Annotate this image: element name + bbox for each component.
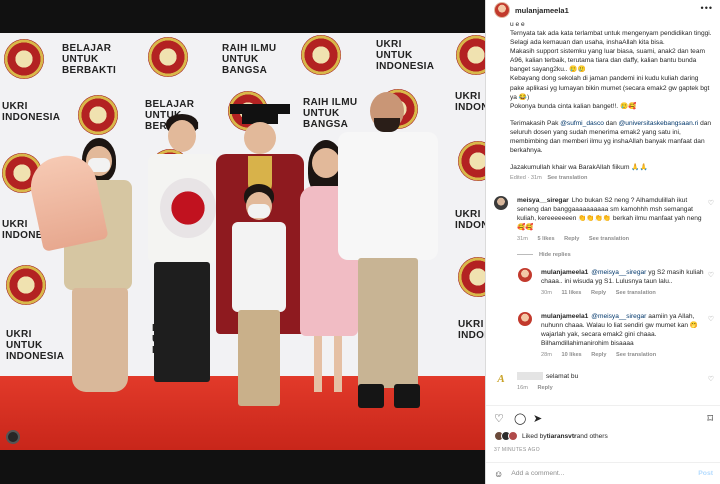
- comment-item: meisya__siregar Lho bukan S2 neng ? Alham…: [494, 196, 716, 244]
- backdrop-text-ukri: UKRI UNTUK INDONESIA: [6, 329, 65, 362]
- caption-line: u e e: [510, 21, 525, 28]
- mention-link[interactable]: @meisya__siregar: [591, 269, 646, 276]
- see-translation-link[interactable]: See translation: [616, 352, 656, 358]
- liker-avatar: [508, 431, 518, 441]
- university-seal-logo: [458, 141, 485, 181]
- mention-link[interactable]: @sufmi_dasco: [560, 120, 604, 127]
- backdrop-text-ukri: UKRIINDONESIA: [455, 209, 485, 231]
- mention-link[interactable]: @universitaskebangsaan.ri: [619, 120, 699, 127]
- hide-replies-toggle[interactable]: Hide replies: [517, 252, 571, 258]
- caption-line: Pokonya bunda cinta kalian banget!!. 🥲🥰: [510, 102, 637, 110]
- see-translation-link[interactable]: See translation: [616, 290, 656, 296]
- comment-reply: mulanjameela1 @meisya__siregar yg S2 masi…: [518, 268, 716, 308]
- like-comment-icon[interactable]: ♡: [708, 199, 714, 207]
- comment-age: 31m: [517, 236, 528, 242]
- university-seal-logo: [6, 265, 46, 305]
- comment-username[interactable]: mulanjameela1: [541, 269, 588, 276]
- comment-username[interactable]: meisya__siregar: [517, 197, 569, 204]
- comment-age: 16m: [517, 385, 528, 391]
- backdrop-text-belajar: BELAJARUNTUKBERBAKTI: [62, 43, 117, 76]
- post-timestamp: 37 MINUTES AGO: [494, 447, 540, 453]
- like-comment-icon[interactable]: ♡: [708, 375, 714, 383]
- reply-button[interactable]: Reply: [564, 236, 579, 242]
- post-header: mulanjameela1 •••: [486, 0, 720, 20]
- liker-username[interactable]: tiaransvtr: [547, 433, 577, 440]
- post-comment-button[interactable]: Post: [698, 470, 713, 477]
- flower-bouquet-red: [160, 178, 216, 238]
- person-son-teen: [142, 114, 222, 414]
- like-comment-icon[interactable]: ♡: [708, 315, 714, 323]
- photo-letterbox-bottom: [0, 450, 485, 484]
- commenter-avatar[interactable]: A: [494, 372, 508, 386]
- backdrop-text-ukri: UKRIINDONESIA: [455, 91, 485, 113]
- tagged-users-icon[interactable]: [6, 430, 20, 444]
- author-username[interactable]: mulanjameela1: [515, 6, 569, 15]
- replier-avatar[interactable]: [518, 268, 532, 282]
- caption-age: 31m: [530, 175, 542, 182]
- comment-username-redacted[interactable]: [517, 372, 543, 381]
- comment-age: 28m: [541, 352, 552, 358]
- commenter-avatar[interactable]: [494, 196, 508, 210]
- emoji-smiley-icon[interactable]: ☺: [494, 469, 503, 479]
- comment-age: 30m: [541, 290, 552, 296]
- caption-line: Ternyata tak ada kata terlambat untuk me…: [510, 30, 712, 37]
- bookmark-icon[interactable]: ⌑: [707, 412, 713, 425]
- caption-line: Kebayang dong sekolah di jaman pandemi i…: [510, 75, 710, 101]
- comment-reply: mulanjameela1 @meisya__siregar aamiin ya …: [518, 312, 716, 362]
- edited-label: Edited: [510, 175, 526, 182]
- see-translation-link[interactable]: See translation: [589, 236, 629, 242]
- photo-letterbox-top: [0, 0, 485, 33]
- university-seal-logo: [458, 257, 485, 297]
- person-boy-child: [228, 184, 288, 424]
- comment-likes[interactable]: 5 likes: [537, 236, 554, 242]
- caption-meta: Edited · 31m See translation: [510, 175, 588, 182]
- university-seal-logo: [148, 37, 188, 77]
- caption-line: Selagi ada kemauan dan usaha, inshaAllah…: [510, 39, 665, 47]
- comment-likes[interactable]: 11 likes: [561, 290, 581, 296]
- more-options-icon[interactable]: •••: [701, 3, 713, 13]
- comment-bubble-icon[interactable]: ◯: [514, 412, 526, 425]
- backdrop-text-ukri: UKRIINDONESIA: [458, 319, 485, 341]
- mention-link[interactable]: @meisya__siregar: [591, 313, 646, 320]
- comment-likes[interactable]: 10 likes: [561, 352, 581, 358]
- likes-summary[interactable]: Liked by tiaransvtr and others: [494, 431, 608, 441]
- post-photo[interactable]: BELAJAR UNTUK BERBAKTI RAIH ILMU UNTUK BANGS…: [0, 0, 485, 484]
- university-seal-logo: [78, 95, 118, 135]
- caption-closing: Jazakumullah khair wa BarakAllah fiikum …: [510, 164, 648, 172]
- caption-line: Makasih support sistemku yang luar biasa…: [510, 48, 705, 74]
- comment-text: selamat bu: [546, 373, 579, 380]
- caption-thanks: Terimakasih Pak @sufmi_dasco dan @univer…: [510, 119, 712, 155]
- reply-button[interactable]: Reply: [537, 385, 552, 391]
- university-seal-logo: [456, 35, 485, 75]
- comment-item: A selamat bu 16m Reply ♡: [494, 372, 716, 398]
- reply-button[interactable]: Reply: [591, 290, 606, 296]
- add-comment-bar: ☺ Add a comment... Post: [486, 462, 720, 484]
- reply-button[interactable]: Reply: [591, 352, 606, 358]
- replier-avatar[interactable]: [518, 312, 532, 326]
- like-heart-icon[interactable]: ♡: [494, 412, 504, 425]
- post-side-panel: mulanjameela1 ••• u e e Ternyata tak ada…: [485, 0, 720, 484]
- person-father: [334, 92, 442, 422]
- add-comment-input[interactable]: Add a comment...: [511, 470, 698, 477]
- backdrop-text-raih: RAIH ILMU UNTUK BANGSA: [222, 43, 277, 76]
- see-translation-link[interactable]: See translation: [547, 175, 587, 181]
- share-send-icon[interactable]: ➤: [533, 412, 542, 425]
- university-seal-logo: [301, 35, 341, 75]
- post-actions-bar: ♡ ◯ ➤ ⌑: [486, 405, 720, 429]
- author-avatar[interactable]: [494, 2, 510, 18]
- comment-username[interactable]: mulanjameela1: [541, 313, 588, 320]
- university-seal-logo: [4, 39, 44, 79]
- like-comment-icon[interactable]: ♡: [708, 271, 714, 279]
- backdrop-text-ukri: UKRI UNTUK INDONESIA: [376, 39, 435, 72]
- post-caption: u e e Ternyata tak ada kata terlambat un…: [510, 20, 712, 183]
- backdrop-text-ukri: UKRIINDONESIA: [2, 101, 61, 123]
